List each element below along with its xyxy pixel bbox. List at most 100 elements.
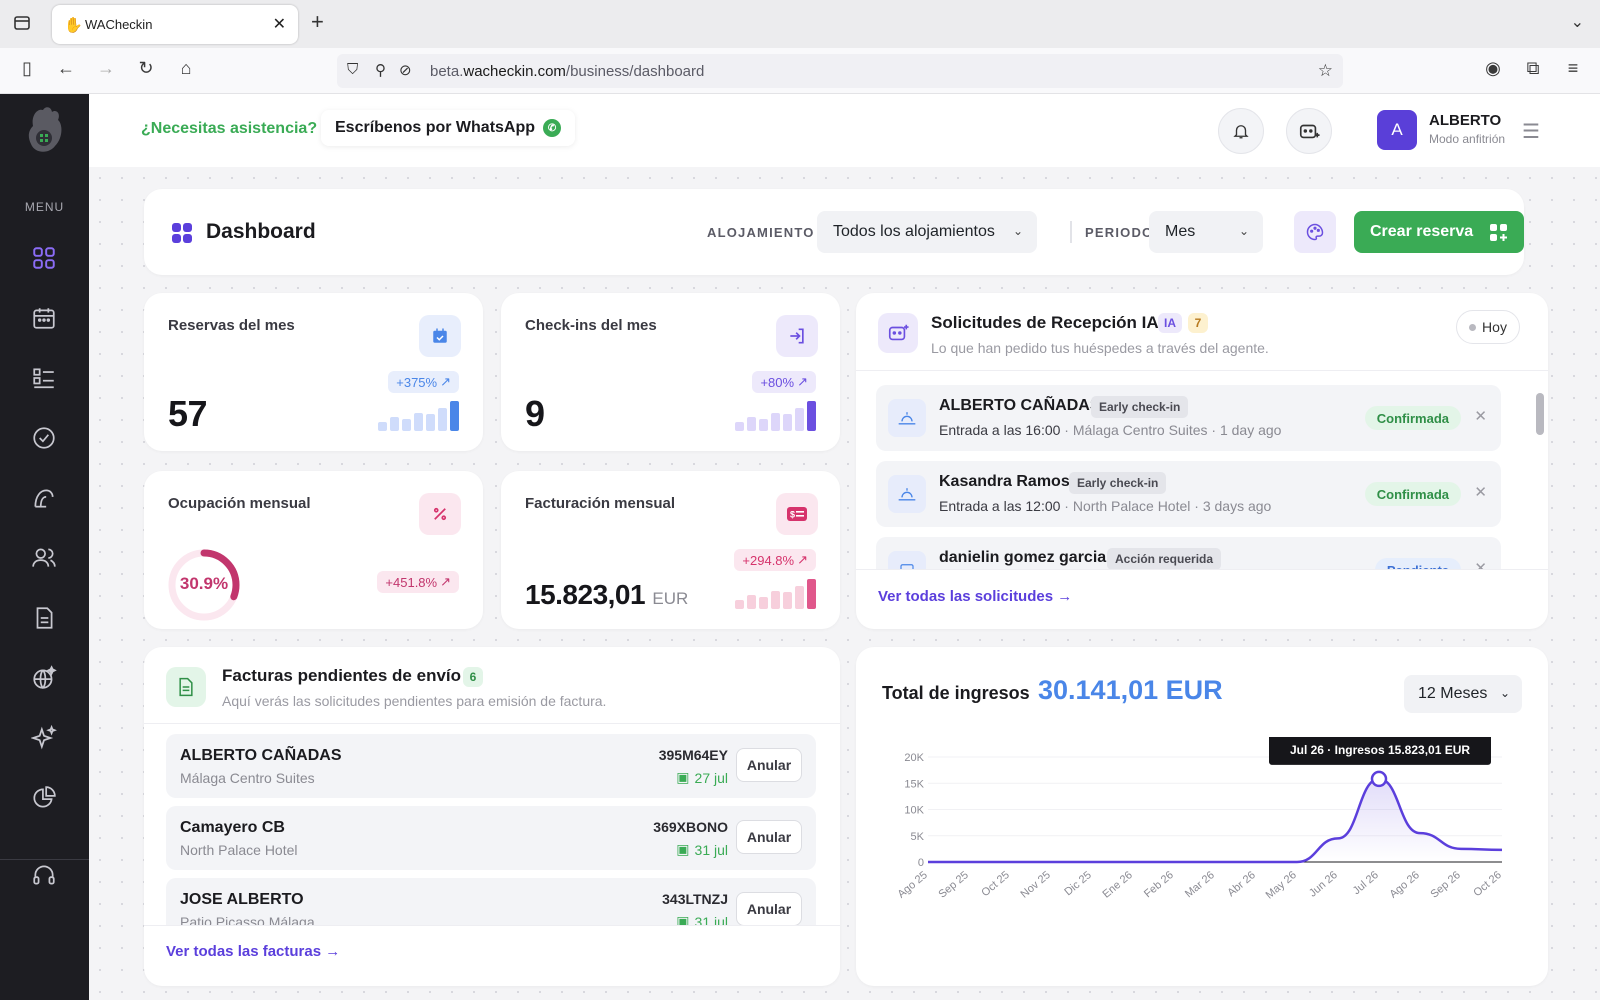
- sidebar-item-calendar[interactable]: [28, 302, 60, 334]
- grid-icon: [33, 247, 55, 269]
- sparkline-bars: [378, 401, 459, 431]
- chevron-down-icon: ⌄: [1499, 686, 1510, 700]
- avatar[interactable]: A: [1377, 110, 1417, 150]
- sidebar-item-list[interactable]: [28, 362, 60, 394]
- new-tab-icon[interactable]: +: [311, 9, 324, 35]
- divider: [856, 569, 1548, 570]
- sparkline-bar: [807, 579, 816, 609]
- palette-icon: [1306, 223, 1324, 241]
- table-row[interactable]: ALBERTO CAÑADAS Málaga Centro Suites 395…: [166, 734, 816, 798]
- sidebar-item-checkins[interactable]: [28, 422, 60, 454]
- table-row[interactable]: Camayero CB North Palace Hotel 369XBONO …: [166, 806, 816, 870]
- income-card: Total de ingresos 30.141,01 EUR 12 Meses…: [856, 647, 1548, 986]
- sidebar-item-users[interactable]: [28, 542, 60, 574]
- kpi-ocupacion-card[interactable]: Ocupación mensual 30.9% +451.8% ↗: [144, 471, 483, 629]
- sidebar-item-ai-agent[interactable]: [28, 662, 60, 694]
- whatsapp-button[interactable]: Escríbenos por WhatsApp ✆: [321, 110, 576, 146]
- kpi-facturacion-card[interactable]: Facturación mensual $ 15.823,01 EUR +294…: [501, 471, 840, 629]
- shield-icon[interactable]: ⛉: [347, 61, 358, 78]
- close-tab-icon[interactable]: ✕: [273, 14, 286, 34]
- list-item[interactable]: ALBERTO CAÑADAS Early check-in Entrada a…: [876, 385, 1501, 451]
- help-question: ¿Necesitas asistencia?: [141, 120, 318, 137]
- sparkline-bar: [450, 401, 459, 431]
- invoices-list[interactable]: ALBERTO CAÑADAS Málaga Centro Suites 395…: [144, 724, 840, 925]
- invoice-date: ▣ 31 jul: [676, 913, 728, 925]
- sidebar-item-dashboard[interactable]: [28, 242, 60, 274]
- cancel-invoice-button[interactable]: Anular: [736, 748, 802, 782]
- view-all-requests-link[interactable]: Ver todas las solicitudes →: [878, 588, 1072, 605]
- dismiss-icon[interactable]: ✕: [1474, 407, 1487, 425]
- sparkline-bar: [747, 595, 756, 609]
- url-bar[interactable]: ⛉ ⚲ ⊘ beta.wacheckin.com/business/dashbo…: [337, 54, 1343, 88]
- list-item[interactable]: Kasandra Ramos Early check-in Entrada a …: [876, 461, 1501, 527]
- request-tag: Early check-in: [1069, 472, 1167, 494]
- bookmark-star-icon[interactable]: ☆: [1318, 61, 1333, 81]
- notifications-button[interactable]: [1218, 108, 1264, 154]
- scrollbar[interactable]: [1536, 371, 1544, 569]
- arrow-up-right-icon: ↗: [797, 552, 808, 567]
- accommodation-label: ALOJAMIENTO: [707, 225, 815, 240]
- theme-button[interactable]: [1294, 211, 1336, 253]
- kpi-value: 57: [168, 393, 208, 434]
- x-tick-label: Jul 26: [1351, 869, 1381, 897]
- range-select[interactable]: 12 Meses ⌄: [1404, 675, 1522, 713]
- requests-list[interactable]: ALBERTO CAÑADAS Early check-in Entrada a…: [876, 371, 1501, 569]
- period-select[interactable]: Mes ⌄: [1149, 211, 1263, 253]
- users-icon: [32, 548, 56, 567]
- guest-name: Kasandra Ramos: [939, 473, 1070, 490]
- sidebar-item-reception[interactable]: [28, 482, 60, 514]
- extensions-icon[interactable]: ⧉: [1521, 58, 1545, 79]
- browser-tab[interactable]: ✋ WACheckin ✕: [52, 5, 298, 44]
- forward-icon[interactable]: →: [94, 58, 118, 79]
- calendar-icon: [33, 308, 55, 329]
- sparkline-bar: [378, 422, 387, 431]
- list-item[interactable]: danielin gomez garcia Acción requerida P…: [876, 537, 1501, 569]
- calendar-check-icon: ▣: [676, 769, 690, 785]
- sidebar-item-documents[interactable]: [28, 602, 60, 634]
- occupancy-value: 30.9%: [179, 574, 229, 593]
- tab-list-icon[interactable]: [12, 13, 32, 33]
- menu-icon[interactable]: ≡: [1561, 58, 1585, 79]
- sidebar-item-ai-tools[interactable]: [28, 722, 60, 754]
- dismiss-icon[interactable]: ✕: [1474, 559, 1487, 569]
- chevron-down-icon[interactable]: ⌄: [1571, 12, 1584, 32]
- wacheckin-logo-icon[interactable]: [25, 104, 65, 156]
- permissions-icon[interactable]: ⚲: [375, 61, 386, 79]
- whatsapp-label: Escríbenos por WhatsApp: [335, 119, 536, 136]
- bot-icon: [878, 313, 918, 353]
- create-booking-button[interactable]: Crear reserva: [1354, 211, 1524, 253]
- ai-requests-card: Solicitudes de Recepción IA IA 7 Lo que …: [856, 293, 1548, 629]
- browser-navbar: ▯ ← → ↻ ⌂ ⛉ ⚲ ⊘ beta.wacheckin.com/busin…: [0, 48, 1600, 94]
- chart-tooltip-text: Jul 26 · Ingresos 15.823,01 EUR: [1290, 743, 1470, 757]
- account-icon[interactable]: ◉: [1481, 58, 1505, 79]
- y-tick-label: 15K: [904, 778, 924, 790]
- sparkline-bars: [735, 579, 816, 609]
- sunrise-icon: [888, 399, 926, 437]
- hamburger-menu-icon[interactable]: ☰: [1522, 119, 1540, 144]
- income-chart[interactable]: 0 5K 10K 15K 20K Ago 25 Sep 25 Oct 25 Nov 25 Dic …: [856, 737, 1548, 957]
- home-icon[interactable]: ⌂: [174, 58, 198, 79]
- ai-assistant-button[interactable]: [1286, 108, 1332, 154]
- kpi-checkins-card[interactable]: Check-ins del mes 9 +80% ↗: [501, 293, 840, 451]
- table-row[interactable]: JOSE ALBERTO Patio Picasso Málaga 343LTN…: [166, 878, 816, 925]
- kpi-reservas-card[interactable]: Reservas del mes 57 +375% ↗: [144, 293, 483, 451]
- sidebar-item-reports[interactable]: [28, 782, 60, 814]
- sidebar-toggle-icon[interactable]: ▯: [15, 58, 39, 79]
- back-icon[interactable]: ←: [54, 58, 78, 79]
- cancel-invoice-button[interactable]: Anular: [736, 820, 802, 854]
- income-total: 30.141,01 EUR: [1038, 675, 1223, 705]
- user-name[interactable]: ALBERTO: [1429, 112, 1501, 129]
- accommodation-value: Todos los alojamientos: [833, 223, 995, 240]
- accommodation-select[interactable]: Todos los alojamientos ⌄: [817, 211, 1037, 253]
- invoice-date: ▣ 31 jul: [676, 841, 728, 858]
- url-text: beta.wacheckin.com/business/dashboard: [430, 63, 705, 80]
- reload-icon[interactable]: ↻: [134, 58, 158, 79]
- sidebar-item-support[interactable]: [28, 859, 60, 891]
- today-filter-button[interactable]: Hoy: [1456, 310, 1520, 344]
- arrow-right-icon: →: [1057, 588, 1073, 605]
- tracking-icon[interactable]: ⊘: [399, 61, 412, 79]
- view-all-invoices-link[interactable]: Ver todas las facturas →: [166, 943, 340, 960]
- scrollbar-thumb[interactable]: [1536, 393, 1544, 435]
- cancel-invoice-button[interactable]: Anular: [736, 892, 802, 925]
- dismiss-icon[interactable]: ✕: [1474, 483, 1487, 501]
